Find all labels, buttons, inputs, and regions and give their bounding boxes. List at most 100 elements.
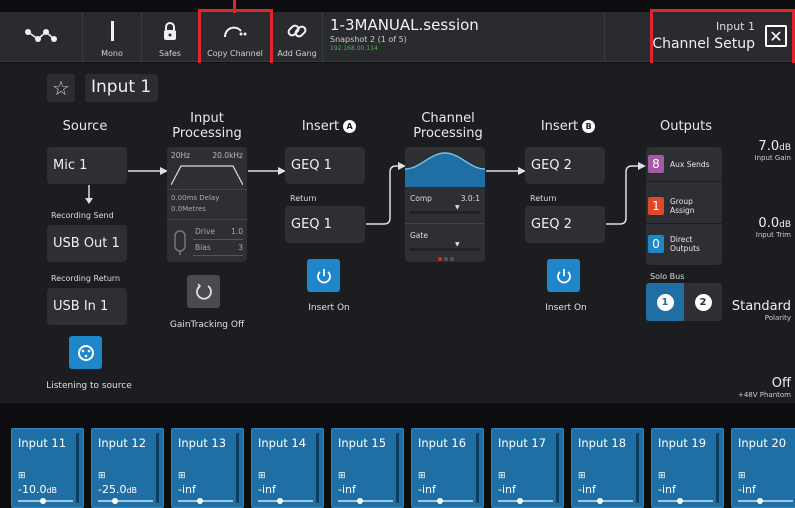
channel-fader[interactable] <box>498 500 553 502</box>
xlr-icon <box>77 344 94 361</box>
group-count-badge: 1 <box>648 197 664 215</box>
gain-tracking-caption: GainTracking Off <box>169 320 245 330</box>
channel-strip[interactable]: Input 17 ⊞ -inf <box>491 428 564 508</box>
channel-meter <box>476 433 479 503</box>
channel-type-icon: ⊞ <box>258 471 266 481</box>
channel-strip[interactable]: Input 18 ⊞ -inf <box>571 428 644 508</box>
fader-knob[interactable] <box>277 498 283 504</box>
input-trim-label: Input Trim <box>755 231 791 239</box>
insert-a-send-select[interactable]: GEQ 1 <box>285 147 365 184</box>
gain-tracking-button[interactable] <box>187 275 220 308</box>
source-select[interactable]: Mic 1 <box>47 147 127 184</box>
phantom-control[interactable]: Off +48V Phantom <box>738 376 791 399</box>
star-icon[interactable]: ☆ <box>47 74 75 102</box>
channel-fader[interactable] <box>338 500 393 502</box>
channel-meter <box>396 433 399 503</box>
page-dot <box>450 257 454 261</box>
page-dot <box>444 257 448 261</box>
solo-bus-1-button[interactable]: 1 <box>646 283 684 321</box>
channel-processing-heading: Channel Processing <box>413 111 483 141</box>
fader-knob[interactable] <box>677 498 683 504</box>
channel-name: Input 14 <box>258 436 307 450</box>
channel-fader[interactable] <box>98 500 153 502</box>
input-trim-value: 0.0 <box>758 216 780 231</box>
channel-strip[interactable]: Input 16 ⊞ -inf <box>411 428 484 508</box>
channel-fader[interactable] <box>258 500 313 502</box>
recording-send-select[interactable]: USB Out 1 <box>47 225 127 262</box>
group-assign-row[interactable]: 1 Group Assign <box>648 193 718 219</box>
bias-label: Bias <box>195 243 211 252</box>
insert-b-return-select[interactable]: GEQ 2 <box>525 206 605 243</box>
channel-strip[interactable]: Input 15 ⊞ -inf <box>331 428 404 508</box>
mono-button[interactable]: Mono <box>83 12 141 62</box>
phantom-value: Off <box>771 376 791 391</box>
insert-b-send-select[interactable]: GEQ 2 <box>525 147 605 184</box>
channel-strip[interactable]: Input 14 ⊞ -inf <box>251 428 324 508</box>
channel-name-field[interactable]: Input 1 <box>85 74 158 102</box>
insert-b-on-button[interactable] <box>547 259 580 292</box>
fader-knob[interactable] <box>357 498 363 504</box>
fader-knob[interactable] <box>517 498 523 504</box>
input-trim-control[interactable]: 0.0dB Input Trim <box>756 216 791 239</box>
channel-strip-bar: Input 11 ⊞ -10.0dB Input 12 ⊞ -25.0dB Input 13… <box>0 403 795 508</box>
channel-type-icon: ⊞ <box>98 471 106 481</box>
session-name: 1-3MANUAL.session <box>330 16 479 34</box>
fader-knob[interactable] <box>197 498 203 504</box>
network-icon <box>24 12 58 58</box>
channel-name: Input 16 <box>418 436 467 450</box>
insert-b-return-label: Return <box>530 194 557 203</box>
direct-outputs-row[interactable]: 0 Direct Outputs <box>648 231 718 257</box>
link-icon <box>286 12 308 49</box>
fader-knob[interactable] <box>757 498 763 504</box>
fader-knob[interactable] <box>39 498 46 504</box>
channel-name: Input 12 <box>98 436 147 450</box>
power-icon <box>556 268 571 283</box>
comp-dropdown-icon: ▼ <box>455 204 460 211</box>
drive-value: 1.0 <box>231 227 243 236</box>
page-dot <box>438 257 442 261</box>
channel-fader[interactable] <box>658 500 713 502</box>
channel-strip[interactable]: Input 20 ⊞ -inf <box>731 428 795 508</box>
comp-label: Comp <box>410 194 432 203</box>
recording-send-label: Recording Send <box>51 211 114 220</box>
channel-strip[interactable]: Input 12 ⊞ -25.0dB <box>91 428 164 508</box>
filter-curve-icon <box>171 165 243 185</box>
channel-type-icon: ⊞ <box>338 471 346 481</box>
session-info[interactable]: 1-3MANUAL.session Snapshot 2 (1 of 5) 19… <box>330 16 479 52</box>
fader-knob[interactable] <box>597 498 603 504</box>
input-processing-block[interactable]: 20Hz 20.0kHz 0.00ms Delay 0.0Metres Driv… <box>167 147 247 262</box>
polarity-control[interactable]: Standard Polarity <box>732 299 791 322</box>
solo-bus-2-button[interactable]: 2 <box>684 283 722 321</box>
channel-strip[interactable]: Input 19 ⊞ -inf <box>651 428 724 508</box>
channel-meter <box>636 433 639 503</box>
channel-level: -inf <box>338 483 356 496</box>
channel-fader[interactable] <box>178 500 233 502</box>
aux-sends-row[interactable]: 8 Aux Sends <box>648 151 718 177</box>
channel-strip[interactable]: Input 13 ⊞ -inf <box>171 428 244 508</box>
recording-return-select[interactable]: USB In 1 <box>47 288 127 325</box>
channel-name: Input 13 <box>178 436 227 450</box>
channel-processing-block[interactable]: Comp 3.0:1 ▼ Gate ▼ <box>405 147 485 262</box>
annotation-copy-channel <box>198 9 273 67</box>
insert-a-caption: Insert On <box>308 303 350 313</box>
fader-knob[interactable] <box>111 498 118 504</box>
channel-fader[interactable] <box>578 500 633 502</box>
channel-strip[interactable]: Input 11 ⊞ -10.0dB <box>11 428 84 508</box>
input-gain-control[interactable]: 7.0dB Input Gain <box>755 139 791 162</box>
channel-meter <box>236 433 239 503</box>
insert-a-return-label: Return <box>290 194 317 203</box>
listen-source-button[interactable] <box>69 336 102 369</box>
channel-fader[interactable] <box>418 500 473 502</box>
lpf-value: 20.0kHz <box>212 151 243 160</box>
channel-fader[interactable] <box>738 500 793 502</box>
add-gang-button[interactable]: Add Gang <box>272 12 322 62</box>
channel-type-icon: ⊞ <box>178 471 186 481</box>
network-menu-button[interactable] <box>0 12 82 62</box>
safes-button[interactable]: Safes <box>142 12 198 62</box>
insert-a-on-button[interactable] <box>307 259 340 292</box>
insert-a-return-select[interactable]: GEQ 1 <box>285 206 365 243</box>
input-gain-label: Input Gain <box>754 154 791 162</box>
phantom-label: +48V Phantom <box>737 391 791 399</box>
fader-knob[interactable] <box>437 498 443 504</box>
channel-type-icon: ⊞ <box>18 471 26 481</box>
